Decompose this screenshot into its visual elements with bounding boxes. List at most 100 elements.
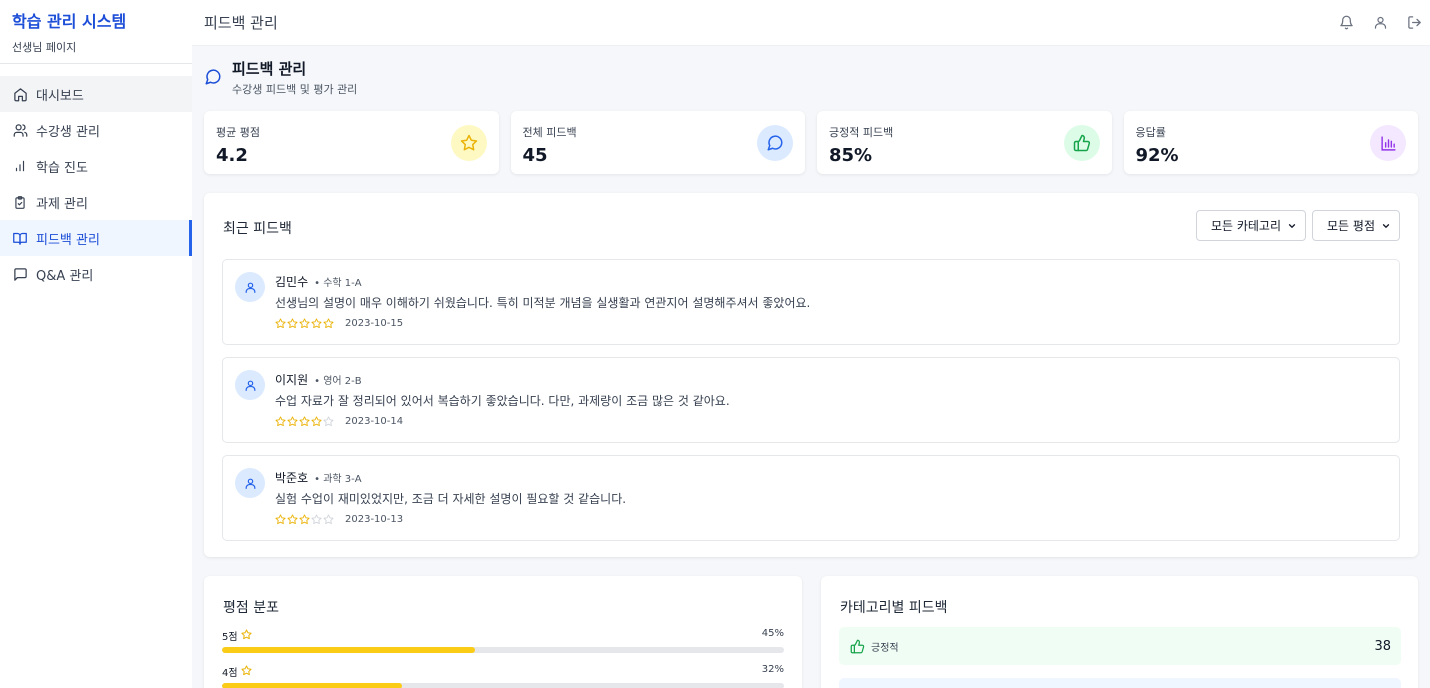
feedback-item[interactable]: 김민수 • 수학 1-A 선생님의 설명이 매우 이해하기 쉬웠습니다. 특히 … <box>222 259 1400 345</box>
home-icon <box>12 86 28 102</box>
feedback-item[interactable]: 이지원 • 영어 2-B 수업 자료가 잘 정리되어 있어서 복습하기 좋았습니… <box>222 357 1400 443</box>
header-actions <box>1338 14 1422 30</box>
chevron-down-icon <box>1287 221 1297 231</box>
feedback-comment: 실험 수업이 재미있었지만, 조금 더 자세한 설명이 필요할 것 같습니다. <box>275 492 627 506</box>
student-name: 김민수 <box>275 275 309 289</box>
recent-feedback-panel: 최근 피드백 모든 카테고리 모든 평점 김민수 • 수학 1-A 선생님의 설… <box>204 193 1418 557</box>
sidebar-item-label: Q&A 관리 <box>36 268 94 284</box>
star-filled-icon <box>311 318 322 329</box>
feedback-meta: 2023-10-15 <box>275 318 403 329</box>
stat-card-total-feedback: 전체 피드백 45 <box>510 111 805 174</box>
user-icon[interactable] <box>1372 14 1388 30</box>
book-open-icon <box>12 230 28 246</box>
stat-value: 45 <box>522 145 548 166</box>
app-title: 학습 관리 시스템 <box>12 12 127 31</box>
message-circle-icon <box>204 68 222 86</box>
bell-icon[interactable] <box>1338 14 1354 30</box>
star-empty-icon <box>311 514 322 525</box>
feedback-meta: 2023-10-13 <box>275 514 403 525</box>
brand: 학습 관리 시스템 선생님 페이지 <box>0 0 192 64</box>
rating-label: 4점 <box>222 664 784 679</box>
section-title: 평점 분포 <box>223 600 279 616</box>
rating-bar-fill <box>222 683 402 688</box>
chevron-down-icon <box>1381 221 1391 231</box>
star-filled-icon <box>287 318 298 329</box>
category-count: 38 <box>1374 638 1391 654</box>
sidebar-nav: 대시보드 수강생 관리 학습 진도 과제 관리 피드백 관리 Q&A 관리 <box>0 64 192 292</box>
student-name: 박준호 <box>275 471 309 485</box>
rating-percent: 45% <box>761 628 784 639</box>
feedback-meta: 2023-10-14 <box>275 416 403 427</box>
user-icon <box>235 370 265 400</box>
stat-label: 긍정적 피드백 <box>829 126 894 139</box>
star-filled-icon <box>275 514 286 525</box>
star-filled-icon <box>311 416 322 427</box>
rating-bar-row: 5점 45% <box>222 628 784 653</box>
rating-bar-track <box>222 647 784 653</box>
header-title: 피드백 관리 <box>204 14 278 32</box>
course-tag: • 과학 3-A <box>314 474 362 485</box>
category-item-positive[interactable]: 긍정적 38 <box>839 627 1401 665</box>
sidebar-item-qna[interactable]: Q&A 관리 <box>0 256 192 292</box>
star-filled-icon <box>299 318 310 329</box>
star-empty-icon <box>323 514 334 525</box>
feedback-author: 박준호 • 과학 3-A <box>275 469 362 486</box>
stat-label: 응답률 <box>1135 126 1166 139</box>
rating-bar-row: 4점 32% <box>222 664 784 688</box>
top-header: 피드백 관리 <box>192 0 1430 46</box>
feedback-comment: 수업 자료가 잘 정리되어 있어서 복습하기 좋았습니다. 다만, 과제량이 조… <box>275 394 730 408</box>
stat-value: 4.2 <box>216 145 248 166</box>
stat-value: 92% <box>1135 145 1179 166</box>
page-subtitle: 수강생 피드백 및 평가 관리 <box>232 83 358 96</box>
feedback-author: 이지원 • 영어 2-B <box>275 371 362 388</box>
page-title: 피드백 관리 <box>232 60 307 78</box>
rating-label-text: 4점 <box>222 668 238 679</box>
rating-label-text: 5점 <box>222 632 238 643</box>
star-filled-icon <box>275 318 286 329</box>
category-label: 긍정적 <box>871 642 899 654</box>
star-rating <box>275 514 334 525</box>
sidebar-item-label: 수강생 관리 <box>36 124 100 140</box>
users-icon <box>12 122 28 138</box>
sidebar-item-students[interactable]: 수강생 관리 <box>0 112 192 148</box>
stat-card-average-rating: 평균 평점 4.2 <box>204 111 499 174</box>
category-feedback-panel: 카테고리별 피드백 긍정적 38 <box>821 576 1418 688</box>
sidebar-item-label: 학습 진도 <box>36 160 88 176</box>
thumbs-up-icon <box>849 638 865 654</box>
rating-percent: 32% <box>761 664 784 675</box>
section-title: 카테고리별 피드백 <box>840 600 948 616</box>
sidebar-item-label: 대시보드 <box>36 88 84 104</box>
message-square-icon <box>12 266 28 282</box>
clipboard-check-icon <box>12 194 28 210</box>
rating-distribution-panel: 평점 분포 5점 45% 4점 32% <box>204 576 802 688</box>
feedback-item[interactable]: 박준호 • 과학 3-A 실험 수업이 재미있었지만, 조금 더 자세한 설명이… <box>222 455 1400 541</box>
rating-filter-select[interactable]: 모든 평점 <box>1312 210 1400 241</box>
sidebar-item-assignments[interactable]: 과제 관리 <box>0 184 192 220</box>
course-tag: • 수학 1-A <box>314 278 362 289</box>
category-filter-select[interactable]: 모든 카테고리 <box>1195 210 1307 241</box>
message-circle-icon <box>757 125 793 161</box>
sidebar-item-feedback[interactable]: 피드백 관리 <box>0 220 192 256</box>
star-icon <box>240 664 252 679</box>
feedback-comment: 선생님의 설명이 매우 이해하기 쉬웠습니다. 특히 미적분 개념을 실생활과 … <box>275 296 811 310</box>
category-item-next[interactable] <box>839 678 1401 688</box>
feedback-date: 2023-10-13 <box>345 514 404 525</box>
sidebar-item-progress[interactable]: 학습 진도 <box>0 148 192 184</box>
rating-label: 5점 <box>222 628 784 643</box>
stat-label: 전체 피드백 <box>522 126 577 139</box>
section-title: 최근 피드백 <box>223 221 292 237</box>
sidebar-item-dashboard[interactable]: 대시보드 <box>0 76 192 112</box>
star-filled-icon <box>275 416 286 427</box>
thumbs-up-icon <box>1063 125 1100 161</box>
student-name: 이지원 <box>275 373 309 387</box>
sidebar-item-label: 피드백 관리 <box>36 232 100 248</box>
star-filled-icon <box>299 514 310 525</box>
logout-icon[interactable] <box>1406 14 1422 30</box>
main-content: 피드백 관리 수강생 피드백 및 평가 관리 평균 평점 4.2 전체 피드백 … <box>192 46 1430 688</box>
bar-chart-icon <box>1370 125 1406 161</box>
bar-chart-icon <box>12 158 28 174</box>
star-rating <box>275 318 334 329</box>
star-filled-icon <box>323 318 334 329</box>
stat-card-positive-feedback: 긍정적 피드백 85% <box>817 111 1112 174</box>
rating-bar-fill <box>222 647 475 653</box>
